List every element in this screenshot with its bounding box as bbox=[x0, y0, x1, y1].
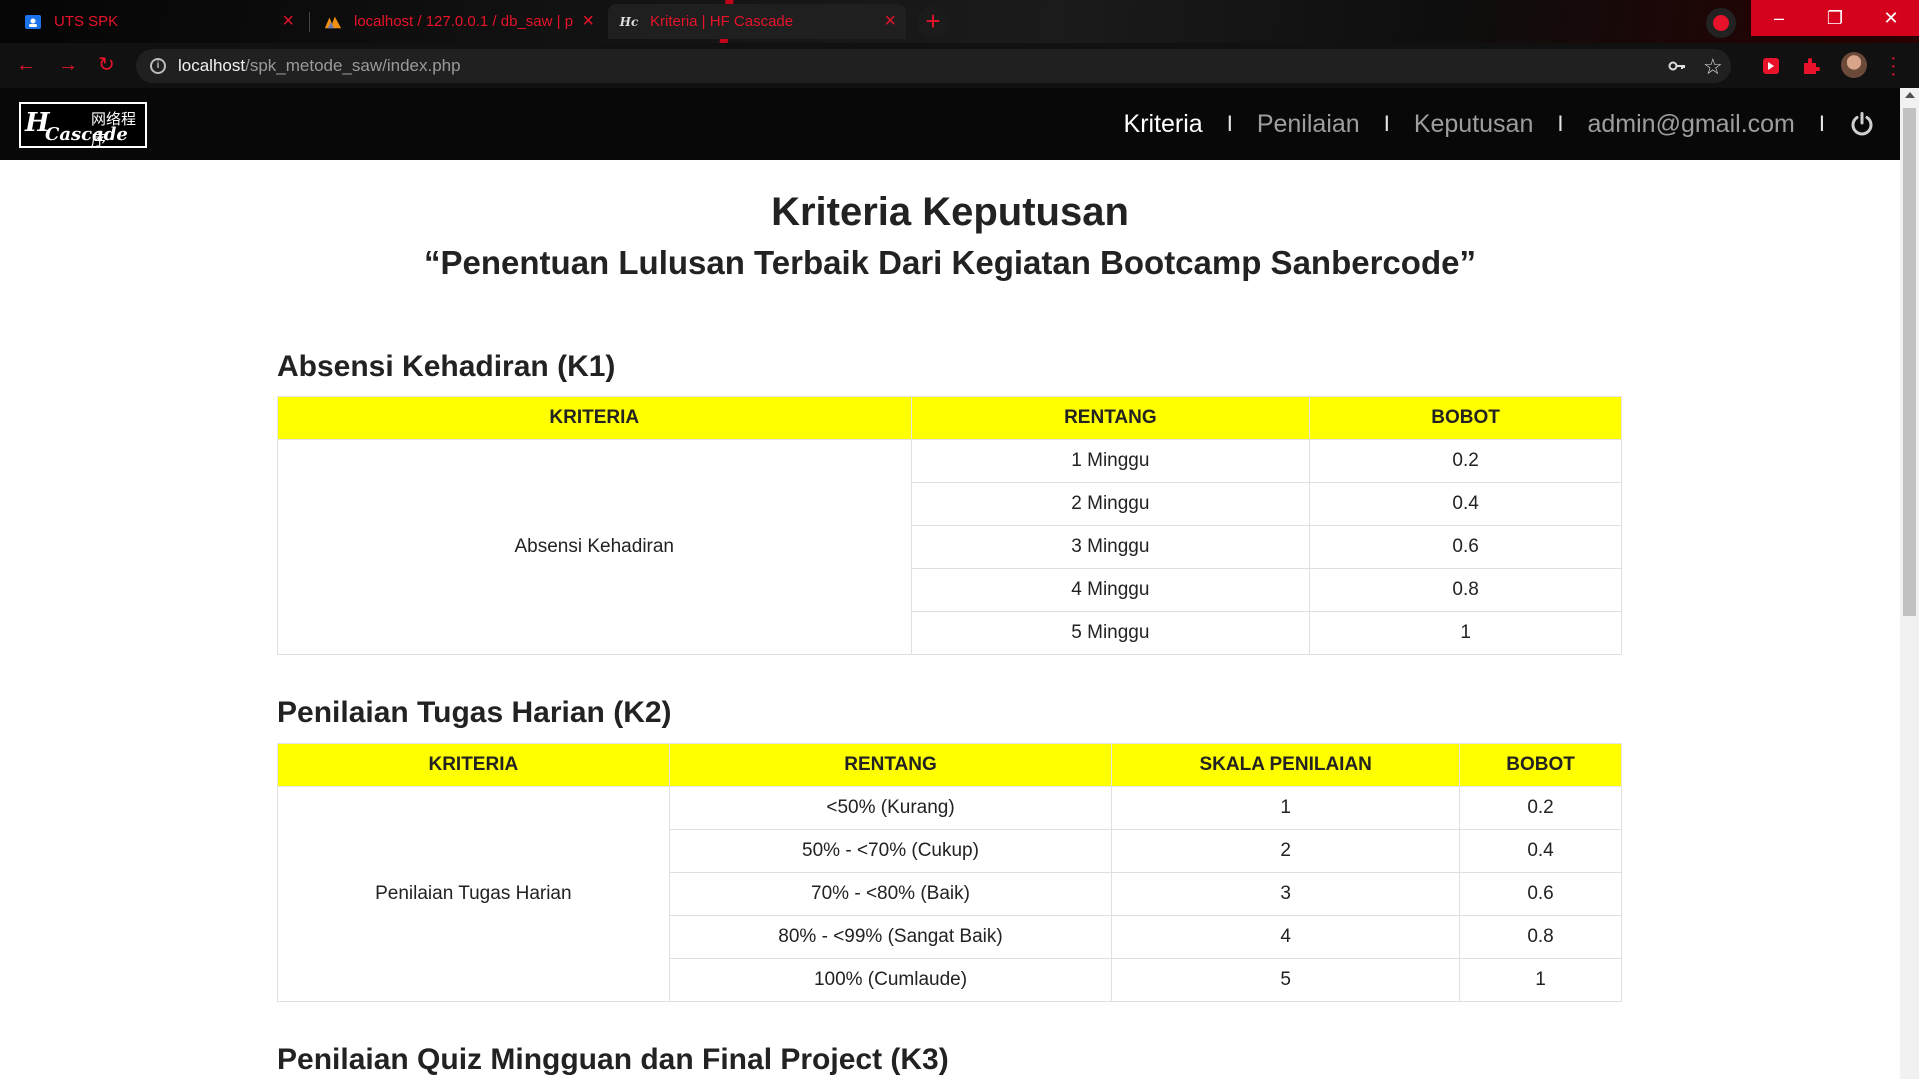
nav-user-email[interactable]: admin@gmail.com bbox=[1587, 110, 1794, 139]
nav-penilaian[interactable]: Penilaian bbox=[1257, 110, 1360, 139]
nav-separator: I bbox=[1557, 111, 1564, 136]
table-header-row: KRITERIA RENTANG BOBOT bbox=[277, 396, 1622, 440]
page-scrollbar[interactable] bbox=[1900, 88, 1919, 1079]
tab-uts-spk[interactable]: UTS SPK × bbox=[12, 4, 304, 39]
column-header: BOBOT bbox=[1459, 743, 1622, 787]
scale-cell: 5 bbox=[1111, 958, 1461, 1002]
range-cell: 1 Minggu bbox=[910, 439, 1311, 483]
column-header: SKALA PENILAIAN bbox=[1111, 743, 1461, 787]
range-cell: 70% - <80% (Baik) bbox=[668, 872, 1113, 916]
range-cell: 2 Minggu bbox=[910, 482, 1311, 526]
section-title-k2: Penilaian Tugas Harian (K2) bbox=[277, 696, 672, 729]
weight-cell: 0.8 bbox=[1459, 915, 1622, 959]
tab-divider bbox=[309, 12, 310, 32]
forward-icon[interactable]: → bbox=[58, 55, 78, 75]
column-header: KRITERIA bbox=[277, 396, 912, 440]
extension-cast-icon[interactable] bbox=[1761, 56, 1781, 76]
more-menu-icon[interactable]: · · · bbox=[1890, 48, 1897, 84]
weight-cell: 0.4 bbox=[1459, 829, 1622, 873]
weight-cell: 0.4 bbox=[1309, 482, 1622, 526]
hf-cascade-icon: Hc bbox=[619, 14, 639, 29]
tab-title: Kriteria | HF Cascade bbox=[650, 13, 794, 30]
table-header-row: KRITERIA RENTANG SKALA PENILAIAN BOBOT bbox=[277, 743, 1622, 787]
profile-avatar[interactable] bbox=[1841, 52, 1867, 78]
range-cell: 80% - <99% (Sangat Baik) bbox=[668, 915, 1113, 959]
scrollbar-thumb[interactable] bbox=[1903, 108, 1916, 616]
column-header: RENTANG bbox=[910, 396, 1311, 440]
table-row: Penilaian Tugas Harian <50% (Kurang) 1 0… bbox=[277, 786, 1622, 1002]
bookmark-star-icon[interactable]: ☆ bbox=[1703, 54, 1723, 80]
tab-title: localhost / 127.0.0.1 / db_saw | p bbox=[354, 13, 574, 30]
key-icon[interactable] bbox=[1668, 57, 1686, 80]
criteria-cell: Absensi Kehadiran bbox=[277, 439, 912, 655]
range-cell: 4 Minggu bbox=[910, 568, 1311, 612]
browser-toolbar: ← → ↻ i localhost/spk_metode_saw/index.p… bbox=[0, 43, 1919, 88]
main-nav: Kriteria I Penilaian I Keputusan I admin… bbox=[1124, 88, 1900, 160]
nav-kriteria[interactable]: Kriteria bbox=[1124, 110, 1203, 139]
weight-cell: 1 bbox=[1459, 958, 1622, 1002]
tab-title: UTS SPK bbox=[54, 13, 119, 30]
weight-cell: 0.2 bbox=[1459, 786, 1622, 830]
range-cell: 3 Minggu bbox=[910, 525, 1311, 569]
range-cell: 100% (Cumlaude) bbox=[668, 958, 1113, 1002]
back-icon[interactable]: ← bbox=[16, 55, 36, 75]
range-cell: 50% - <70% (Cukup) bbox=[668, 829, 1113, 873]
extension-icon[interactable] bbox=[1706, 8, 1736, 38]
url-text[interactable]: localhost/spk_metode_saw/index.php bbox=[178, 56, 461, 76]
table-k1: KRITERIA RENTANG BOBOT Absensi Kehadiran… bbox=[277, 396, 1622, 655]
criteria-cell: Penilaian Tugas Harian bbox=[277, 786, 670, 1002]
weight-cell: 0.2 bbox=[1309, 439, 1622, 483]
column-header: RENTANG bbox=[668, 743, 1113, 787]
tab-phpmyadmin[interactable]: localhost / 127.0.0.1 / db_saw | p × bbox=[312, 4, 604, 39]
reload-icon[interactable]: ↻ bbox=[98, 55, 115, 75]
table-k2: KRITERIA RENTANG SKALA PENILAIAN BOBOT P… bbox=[277, 743, 1622, 1002]
nav-separator: I bbox=[1226, 111, 1233, 136]
browser-tabbar: UTS SPK × localhost / 127.0.0.1 / db_saw… bbox=[0, 0, 1919, 43]
scale-cell: 1 bbox=[1111, 786, 1461, 830]
classroom-icon bbox=[24, 13, 42, 31]
column-header: KRITERIA bbox=[277, 743, 670, 787]
range-cell: <50% (Kurang) bbox=[668, 786, 1113, 830]
weight-cell: 0.6 bbox=[1459, 872, 1622, 916]
minimize-button[interactable]: – bbox=[1751, 0, 1807, 36]
nav-separator: I bbox=[1383, 111, 1390, 136]
phpmyadmin-icon bbox=[324, 13, 342, 31]
power-logout-icon[interactable] bbox=[1849, 111, 1875, 137]
close-window-button[interactable]: ✕ bbox=[1863, 0, 1919, 36]
tab-kriteria[interactable]: Hc Kriteria | HF Cascade × bbox=[608, 4, 906, 39]
nav-keputusan[interactable]: Keputusan bbox=[1414, 110, 1534, 139]
close-tab-icon[interactable]: × bbox=[884, 11, 896, 31]
table-row: Absensi Kehadiran 1 Minggu 0.2 bbox=[277, 439, 1622, 655]
site-header: H Cascade 网络程序 Kriteria I Penilaian I Ke… bbox=[0, 88, 1900, 160]
weight-cell: 1 bbox=[1309, 611, 1622, 655]
weight-cell: 0.6 bbox=[1309, 525, 1622, 569]
section-title-k3: Penilaian Quiz Mingguan dan Final Projec… bbox=[277, 1043, 949, 1076]
scale-cell: 4 bbox=[1111, 915, 1461, 959]
range-cell: 5 Minggu bbox=[910, 611, 1311, 655]
scale-cell: 3 bbox=[1111, 872, 1461, 916]
weight-cell: 0.8 bbox=[1309, 568, 1622, 612]
nav-separator: I bbox=[1818, 111, 1825, 136]
page-subtitle: “Penentuan Lulusan Terbaik Dari Kegiatan… bbox=[424, 244, 1476, 281]
close-tab-icon[interactable]: × bbox=[282, 11, 294, 31]
site-logo[interactable]: H Cascade 网络程序 bbox=[19, 102, 147, 149]
new-tab-button[interactable]: + bbox=[917, 6, 949, 38]
page-title: Kriteria Keputusan bbox=[771, 190, 1129, 234]
scroll-up-arrow-icon[interactable] bbox=[1905, 92, 1915, 98]
site-info-icon[interactable]: i bbox=[150, 58, 166, 74]
address-bar[interactable]: i localhost/spk_metode_saw/index.php ☆ bbox=[136, 49, 1731, 83]
close-tab-icon[interactable]: × bbox=[582, 11, 594, 31]
scale-cell: 2 bbox=[1111, 829, 1461, 873]
restore-button[interactable]: ❐ bbox=[1807, 0, 1863, 36]
section-title-k1: Absensi Kehadiran (K1) bbox=[277, 350, 616, 383]
puzzle-icon[interactable] bbox=[1801, 56, 1821, 76]
column-header: BOBOT bbox=[1309, 396, 1622, 440]
